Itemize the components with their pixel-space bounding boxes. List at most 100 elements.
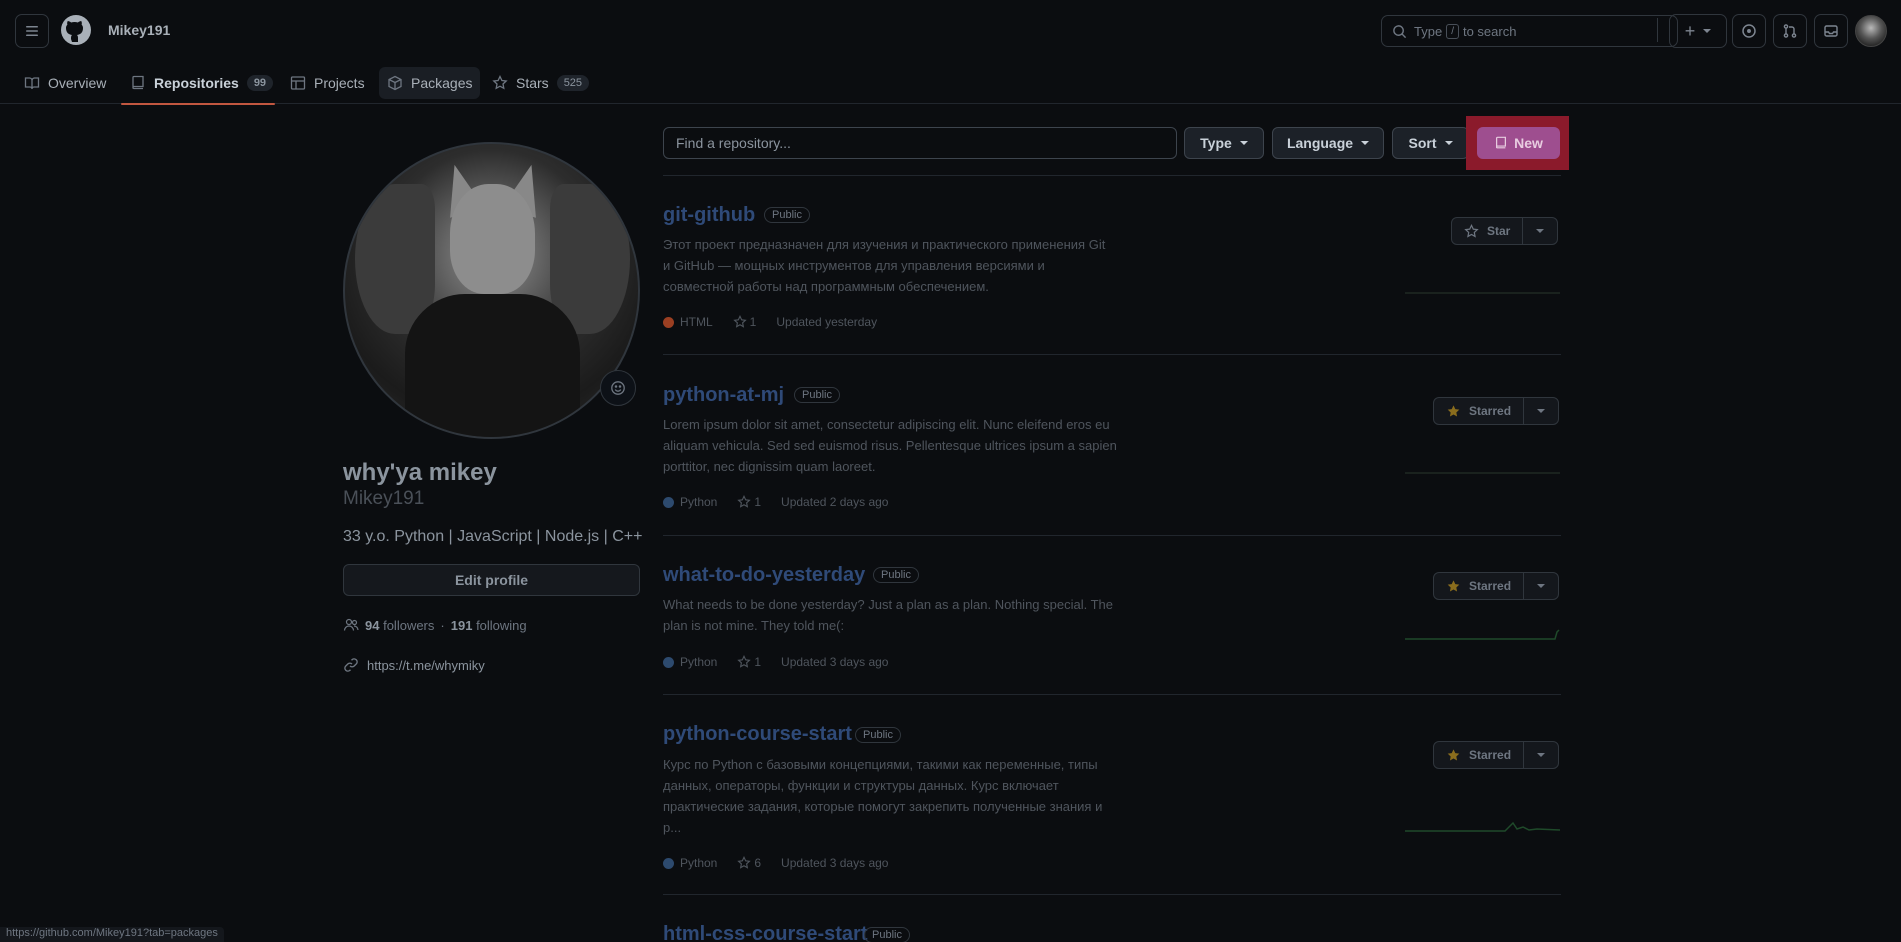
followers-link[interactable]: 94 followers — [365, 618, 434, 633]
type-filter-label: Type — [1200, 135, 1232, 151]
repo-language: Python — [680, 856, 718, 870]
repo-name-link[interactable]: what-to-do-yesterday — [663, 564, 865, 587]
top-header: Mikey191 Type / to search + — [0, 0, 1901, 62]
sort-label: Sort — [1408, 135, 1437, 151]
repositories-count-badge: 99 — [246, 75, 274, 91]
set-status-button[interactable] — [600, 370, 636, 406]
tab-projects-label: Projects — [314, 75, 365, 91]
tab-repositories-label: Repositories — [154, 75, 239, 91]
unstar-button[interactable]: Starred — [1433, 741, 1560, 769]
visibility-badge: Public — [855, 727, 901, 743]
repo-description: Lorem ipsum dolor sit amet, consectetur … — [663, 414, 1153, 477]
website-link[interactable]: https://t.me/whymiky — [367, 658, 485, 673]
repo-description: Этот проект предназначен для изучения и … — [663, 234, 1145, 297]
language-color-dot — [663, 656, 674, 668]
star-button[interactable]: Star — [1451, 217, 1559, 245]
git-pull-request-icon — [1783, 24, 1797, 38]
tab-packages[interactable]: Packages — [379, 67, 481, 99]
profile-bio: 33 y.o. Python | JavaScript | Node.js | … — [343, 528, 643, 545]
repo-stargazers-link[interactable]: 1 — [737, 495, 761, 509]
repo-stargazers-link[interactable]: 1 — [737, 655, 761, 669]
repo-name-link[interactable]: html-css-course-start — [663, 923, 868, 942]
find-repository-input[interactable]: Find a repository... — [663, 127, 1177, 159]
language-color-dot — [663, 496, 674, 508]
repo-name-link[interactable]: python-at-mj — [663, 384, 784, 407]
tab-repositories[interactable]: Repositories 99 — [121, 62, 275, 105]
following-count: 191 — [450, 617, 473, 633]
star-fill-icon — [1447, 748, 1460, 760]
create-new-button[interactable]: + — [1669, 14, 1727, 48]
inbox-button[interactable] — [1814, 14, 1848, 48]
unstar-button[interactable]: Starred — [1433, 572, 1560, 600]
unstar-button[interactable]: Starred — [1433, 397, 1560, 425]
menu-button[interactable] — [15, 14, 49, 48]
plus-icon: + — [1684, 20, 1696, 41]
tab-overview-label: Overview — [48, 75, 107, 91]
book-icon — [24, 77, 40, 90]
follow-separator: · — [440, 617, 445, 633]
activity-sparkline — [1405, 472, 1560, 474]
tab-stars[interactable]: Stars 525 — [492, 62, 590, 104]
description-line: практические задания, которые помогут за… — [663, 799, 1103, 814]
description-line: Lorem ipsum dolor sit amet, consectetur … — [663, 417, 1110, 432]
language-filter-button[interactable]: Language — [1272, 127, 1384, 159]
user-avatar-menu[interactable] — [1855, 15, 1887, 47]
description-line: plan is not mine. They told me(: — [663, 618, 845, 633]
repo-meta: HTML 1 Updated yesterday — [663, 315, 877, 329]
language-color-dot — [663, 857, 674, 869]
description-line: совместной работы над программным обеспе… — [663, 279, 989, 294]
sort-button[interactable]: Sort — [1392, 127, 1469, 159]
profile-avatar[interactable] — [343, 142, 640, 439]
repo-star-count: 1 — [749, 315, 757, 329]
star-list-dropdown[interactable] — [1524, 742, 1558, 768]
smiley-icon — [611, 381, 625, 395]
star-icon — [492, 75, 508, 90]
star-fill-icon — [1447, 404, 1460, 416]
repo-meta: Python 1 Updated 2 days ago — [663, 495, 888, 509]
description-line: данных, операторы, функции и структуры д… — [663, 778, 1059, 793]
followers-count: 94 — [365, 617, 380, 633]
repo-star-count: 1 — [754, 495, 762, 509]
new-repository-button[interactable]: New — [1477, 127, 1560, 159]
chevron-down-icon — [1703, 29, 1712, 33]
language-filter-label: Language — [1286, 135, 1354, 151]
list-divider — [663, 694, 1561, 695]
description-line: Курс по Python с базовыми концепциями, т… — [663, 757, 1098, 772]
header-username[interactable]: Mikey191 — [108, 22, 170, 38]
star-list-dropdown[interactable] — [1523, 218, 1557, 244]
issues-button[interactable] — [1732, 14, 1766, 48]
repo-stargazers-link[interactable]: 6 — [737, 856, 761, 870]
repo-updated: Updated 3 days ago — [781, 856, 889, 870]
tab-overview[interactable]: Overview — [24, 62, 106, 104]
package-icon — [388, 75, 402, 91]
repo-name-link[interactable]: git-github — [663, 204, 755, 227]
people-icon — [343, 618, 359, 631]
star-icon — [732, 315, 747, 328]
edit-profile-button[interactable]: Edit profile — [343, 564, 640, 596]
status-bar-url: https://github.com/Mikey191?tab=packages — [0, 927, 224, 942]
description-line: porttitor, nec dignissim quam laoreet. — [663, 459, 876, 474]
repo-meta: Python 1 Updated 3 days ago — [663, 655, 888, 669]
following-link[interactable]: 191 following — [451, 618, 527, 633]
issue-opened-icon — [1742, 24, 1756, 38]
repo-stargazers-link[interactable]: 1 — [732, 315, 757, 329]
list-divider — [663, 535, 1561, 536]
star-list-dropdown[interactable] — [1524, 573, 1558, 599]
pull-requests-button[interactable] — [1773, 14, 1807, 48]
repo-updated: Updated yesterday — [776, 315, 878, 329]
starred-button-label: Starred — [1469, 748, 1512, 762]
star-list-dropdown[interactable] — [1524, 398, 1558, 424]
repo-name-link[interactable]: python-course-start — [663, 723, 852, 746]
type-filter-button[interactable]: Type — [1184, 127, 1264, 159]
visibility-badge: Public — [864, 927, 910, 942]
language-color-dot — [663, 316, 674, 328]
profile-tabs: Overview Repositories 99 Projects Packag… — [0, 62, 1901, 105]
search-input[interactable]: Type / to search — [1381, 15, 1678, 47]
description-line: What needs to be done yesterday? Just a … — [663, 597, 1113, 612]
tab-projects[interactable]: Projects — [290, 62, 365, 104]
search-shortcut-key: / — [1446, 23, 1459, 39]
chevron-down-icon — [1239, 141, 1248, 145]
profile-website: https://t.me/whymiky — [343, 657, 485, 673]
github-logo-icon[interactable] — [60, 14, 92, 46]
tab-stars-label: Stars — [516, 75, 549, 91]
